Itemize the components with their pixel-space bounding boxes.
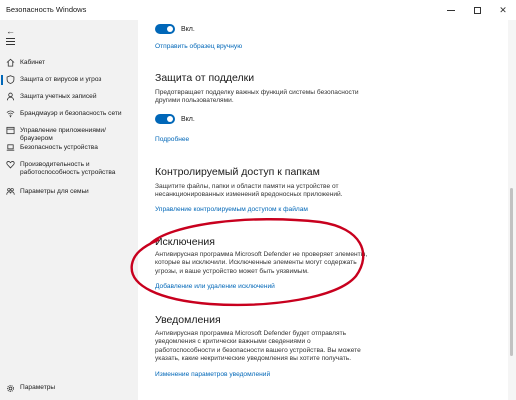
wifi-icon — [6, 109, 15, 118]
tamper-toggle-switch[interactable] — [155, 114, 175, 124]
sidebar-item-label: Защита от вирусов и угроз — [20, 76, 102, 83]
close-button[interactable]: ✕ — [490, 0, 516, 20]
sidebar-item-label: Параметры — [20, 384, 56, 391]
tamper-protection-description: Предотвращает подделку важных функций си… — [155, 89, 380, 106]
back-button[interactable]: ← — [6, 26, 15, 36]
sidebar: ← Кабинет Защита от вирусов и угроз Защи… — [0, 20, 138, 400]
hamburger-icon-line — [6, 41, 15, 42]
browser-icon — [6, 126, 15, 135]
more-info-link[interactable]: Подробнее — [155, 136, 189, 143]
sidebar-item-firewall[interactable]: Брандмауэр и безопасность сети — [0, 106, 138, 123]
close-icon: ✕ — [499, 4, 507, 15]
realtime-toggle-switch[interactable] — [155, 24, 175, 34]
toggle-state-label: Вкл. — [181, 115, 195, 123]
sidebar-item-label: Производительность и работоспособность у… — [20, 161, 116, 176]
maximize-button[interactable] — [464, 0, 490, 20]
minimize-icon — [447, 9, 455, 11]
sidebar-nav: Кабинет Защита от вирусов и угроз Защита… — [0, 55, 138, 201]
sidebar-item-label: Брандмауэр и безопасность сети — [20, 110, 122, 117]
description-line: работоспособности и безопасности вашего … — [155, 346, 361, 354]
exclusions-title: Исключения — [155, 236, 215, 248]
content-scrollbar[interactable] — [508, 20, 516, 400]
sidebar-item-app-browser[interactable]: Управление приложениями/браузером — [0, 123, 138, 142]
sidebar-item-label: Параметры для семьи — [20, 188, 89, 195]
main-content: Вкл. Отправить образец вручную Защита от… — [138, 20, 506, 400]
scrollbar-thumb[interactable] — [510, 188, 513, 356]
sidebar-item-device-performance[interactable]: Производительность и работоспособность у… — [0, 157, 138, 184]
description-line: Антивирусная программа Microsoft Defende… — [155, 251, 368, 258]
shield-icon — [6, 75, 15, 84]
home-icon — [6, 58, 15, 67]
sidebar-item-virus-protection[interactable]: Защита от вирусов и угроз — [0, 72, 138, 89]
hamburger-icon-line — [6, 44, 15, 45]
toggle-state-label: Вкл. — [181, 25, 195, 33]
description-line: которые вы исключили. Исключенные элемен… — [155, 259, 357, 267]
maximize-icon — [473, 6, 481, 14]
window-title: Безопасность Windows — [6, 5, 87, 14]
tamper-toggle-row[interactable]: Вкл. — [155, 114, 195, 124]
sidebar-item-settings[interactable]: Параметры — [0, 382, 138, 396]
back-arrow-icon: ← — [6, 26, 15, 36]
sidebar-item-label: Защита учетных записей — [20, 93, 97, 100]
sidebar-item-family[interactable]: Параметры для семьи — [0, 184, 138, 201]
heart-icon — [6, 160, 15, 169]
notifications-description: Антивирусная программа Microsoft Defende… — [155, 330, 385, 364]
manage-controlled-folder-access-link[interactable]: Управление контролируемым доступом к фай… — [155, 206, 308, 213]
description-line: указать, какие некритические уведомления… — [155, 355, 352, 363]
sidebar-item-label: Безопасность устройства — [20, 144, 98, 151]
windows-security-window: Безопасность Windows ✕ ← Кабинет Защита … — [0, 0, 516, 400]
gear-icon — [6, 384, 15, 393]
controlled-folder-access-description: Защитите файлы, папки и области памяти н… — [155, 183, 385, 200]
description-line: Предотвращает подделку важных функций си… — [155, 89, 359, 96]
change-notification-settings-link[interactable]: Изменение параметров уведомлений — [155, 371, 270, 378]
person-icon — [6, 92, 15, 101]
description-line: Антивирусная программа Microsoft Defende… — [155, 330, 347, 337]
add-remove-exclusions-link[interactable]: Добавление или удаление исключений — [155, 283, 275, 290]
description-line: несанкционированных изменений вредоносны… — [155, 191, 343, 199]
tamper-protection-title: Защита от подделки — [155, 72, 255, 84]
menu-button[interactable] — [6, 38, 15, 47]
sidebar-item-device-security[interactable]: Безопасность устройства — [0, 140, 138, 157]
minimize-button[interactable] — [438, 0, 464, 20]
description-line: другими пользователями. — [155, 97, 234, 105]
sidebar-item-label: Кабинет — [20, 59, 46, 66]
send-sample-link[interactable]: Отправить образец вручную — [155, 43, 242, 50]
title-bar: Безопасность Windows ✕ — [0, 0, 516, 20]
controlled-folder-access-title: Контролируемый доступ к папкам — [155, 166, 320, 178]
family-icon — [6, 187, 15, 196]
realtime-toggle-row[interactable]: Вкл. — [155, 24, 195, 34]
hamburger-icon — [6, 38, 15, 39]
description-line: угрозы, и ваше устройство может быть уяз… — [155, 267, 309, 275]
notifications-title: Уведомления — [155, 314, 221, 326]
exclusions-description: Антивирусная программа Microsoft Defende… — [155, 251, 385, 276]
sidebar-item-home[interactable]: Кабинет — [0, 55, 138, 72]
laptop-icon — [6, 143, 15, 152]
sidebar-item-account-protection[interactable]: Защита учетных записей — [0, 89, 138, 106]
description-line: уведомления с критически важными сведени… — [155, 338, 311, 346]
